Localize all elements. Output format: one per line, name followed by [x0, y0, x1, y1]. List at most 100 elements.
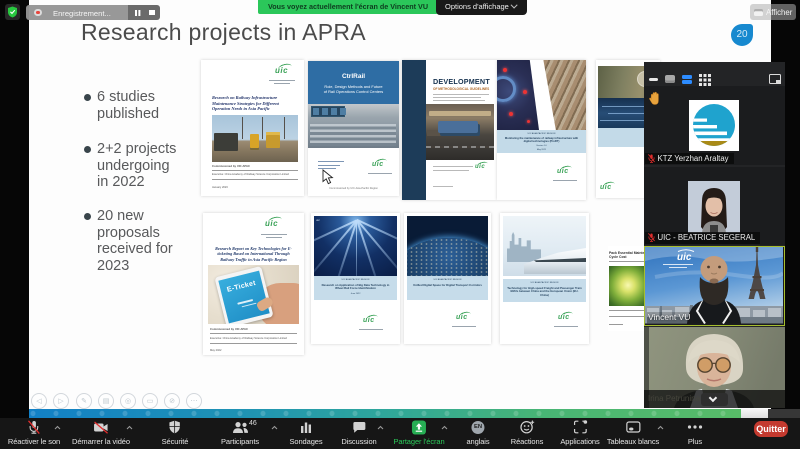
video-options-chevron[interactable] — [126, 425, 133, 430]
uic-logo: uic — [600, 184, 612, 191]
security-button[interactable]: Sécurité — [162, 420, 189, 447]
slideshow-pen-button[interactable]: ✎ — [76, 393, 92, 409]
cover-version: Version 1.0 — [497, 145, 586, 147]
leave-meeting-button[interactable]: Quitter — [754, 421, 788, 437]
unmute-button[interactable]: Réactiver le son — [8, 420, 60, 447]
speaker-view-icon[interactable] — [665, 75, 675, 83]
cover-photo-track-machine — [426, 104, 494, 160]
cover-photo-earth — [407, 216, 488, 276]
cover-footer: January 2023 — [212, 186, 228, 189]
shield-check-icon — [7, 6, 18, 18]
slideshow-annotate-button[interactable]: ▤ — [98, 393, 114, 409]
slide-title: Research projects in APRA — [81, 19, 366, 46]
cover-footer: May 2022 — [210, 349, 221, 352]
more-dots-icon — [688, 425, 703, 429]
slideshow-camera-off-button[interactable]: ⊘ — [164, 393, 180, 409]
share-screen-button[interactable]: Partager l'écran — [393, 420, 444, 447]
slideshow-prev-button[interactable]: ◁ — [31, 393, 47, 409]
participant-name-tag: UIC - BEATRICE SEGERAL — [645, 232, 760, 244]
video-muted-icon — [93, 421, 109, 434]
cover-date: June 2022 — [314, 293, 397, 295]
cover-title: Monitoring the maintenance of railway in… — [501, 137, 582, 144]
mic-options-chevron[interactable] — [54, 425, 61, 430]
more-button[interactable]: Plus — [688, 420, 703, 447]
whiteboard-icon — [625, 421, 640, 434]
slide-bullet-2: 2+2 projects undergoing in 2022 — [84, 141, 176, 191]
cover-band: UIC ASIA-PACIFIC REGION Technology for H… — [503, 279, 586, 302]
chat-chevron[interactable] — [377, 425, 384, 430]
security-shield-tile[interactable] — [5, 4, 20, 20]
slideshow-next-button[interactable]: ▷ — [53, 393, 69, 409]
muted-mic-icon — [648, 154, 655, 163]
video-tile-irina[interactable]: Irina Petrunina — [644, 327, 785, 408]
interpretation-button[interactable]: EN anglais — [466, 420, 489, 447]
collapse-panel-button[interactable] — [701, 393, 728, 406]
progress-bar — [29, 409, 741, 418]
cover-date: May 2021 — [497, 149, 586, 151]
video-tile-ktz[interactable]: KTZ Yerzhan Araltay — [644, 86, 785, 165]
polls-button[interactable]: Sondages — [290, 420, 323, 447]
cover-footer: Commissioned by UIC APAC — [210, 327, 248, 331]
whiteboards-chevron[interactable] — [657, 425, 664, 430]
uic-logo: uic — [558, 314, 570, 321]
display-options-button[interactable]: Options d'affichage — [436, 0, 527, 15]
cover-photo-railway-workers — [212, 115, 298, 162]
apps-button[interactable]: Applications — [560, 420, 599, 447]
pause-recording-button[interactable] — [135, 10, 137, 16]
stop-recording-button[interactable] — [149, 10, 155, 16]
cover-subtitle: Role, Design Methods and Future of Rail … — [308, 84, 399, 94]
raised-hand-icon — [648, 91, 663, 108]
mouse-cursor — [322, 169, 334, 185]
uic-logo: uic — [456, 314, 468, 321]
slideshow-more-button[interactable]: ⋯ — [186, 393, 202, 409]
cover-footer: Commissioned by UIC APAC — [212, 164, 250, 168]
polls-icon — [299, 421, 312, 434]
whiteboards-button[interactable]: Tableaux blancs — [607, 420, 659, 447]
muted-mic-icon — [648, 233, 655, 242]
gallery-view-icon[interactable] — [682, 75, 692, 79]
participants-chevron[interactable] — [271, 425, 278, 430]
reactions-smiley-icon — [519, 420, 534, 434]
start-video-button[interactable]: Démarrer la vidéo — [72, 420, 130, 447]
cover-band: UIC ASIA-PACIFIC REGION Research on Appl… — [314, 276, 397, 300]
cover-title: CtrlRail — [308, 73, 399, 80]
uic-logo: uic — [475, 164, 485, 170]
zoom-meeting-window: Research projects in APRA 6 studies publ… — [0, 0, 800, 449]
video-tile-beatrice[interactable]: UIC - BEATRICE SEGERAL — [644, 167, 785, 245]
cover-footer: Executive: China Academy of Railway Scie… — [210, 337, 287, 340]
progress-end — [768, 409, 800, 418]
slide-bullet-1: 6 studies published — [84, 89, 159, 122]
video-tile-vincent-active-speaker[interactable]: uic Vincent VU — [644, 246, 785, 326]
screen-share-banner: Vous voyez actuellement l'écran de Vince… — [258, 0, 438, 14]
slideshow-zoom-button[interactable]: ◎ — [120, 393, 136, 409]
report-cover-maintenance: uic Research on Railway Infrastructure M… — [201, 60, 304, 196]
participant-name: UIC - BEATRICE SEGERAL — [658, 233, 756, 242]
popout-panel-icon[interactable] — [769, 74, 781, 84]
cover-band: UIC ASIA-PACIFIC REGION Monitoring the m… — [497, 130, 586, 153]
slide-number-badge: 20 — [731, 24, 753, 46]
minimize-panel-button[interactable] — [649, 78, 658, 81]
participant-name-tag: KTZ Yerzhan Araltay — [645, 153, 734, 165]
chevron-down-icon — [708, 393, 716, 401]
cover-footer: Executive: China Academy of Railway Scie… — [212, 173, 289, 176]
reactions-button[interactable]: Réactions — [511, 420, 543, 447]
view-layout-icon — [754, 9, 763, 16]
cover-title: Research on Railway Infrastructure Maint… — [212, 95, 298, 112]
participant-name: Vincent VU — [647, 312, 693, 323]
view-button[interactable]: Afficher — [750, 4, 796, 20]
chat-bubble-icon — [352, 421, 366, 434]
share-options-chevron[interactable] — [441, 425, 448, 430]
cover-title: DEVELOPMENT — [433, 77, 490, 86]
recording-label: Enregistrement... — [53, 9, 111, 18]
chevron-down-icon — [510, 2, 517, 9]
report-cover-eticket: uic Research Report on Key Technologies … — [203, 213, 304, 355]
grid-view-icon[interactable] — [699, 74, 711, 86]
cover-region: UIC ASIA-PACIFIC REGION — [314, 279, 397, 281]
slideshow-subtitles-button[interactable]: ▭ — [142, 393, 158, 409]
cover-title: Technology for High-speed Freight and Pa… — [507, 287, 582, 298]
participant-name: KTZ Yerzhan Araltay — [658, 154, 729, 163]
meeting-toolbar: Réactiver le son Démarrer la vidéo Sécur… — [0, 418, 800, 449]
cover-region: UIC ASIA-PACIFIC REGION — [407, 279, 488, 281]
chat-button[interactable]: Discussion — [341, 420, 376, 447]
share-screen-icon — [411, 420, 426, 435]
